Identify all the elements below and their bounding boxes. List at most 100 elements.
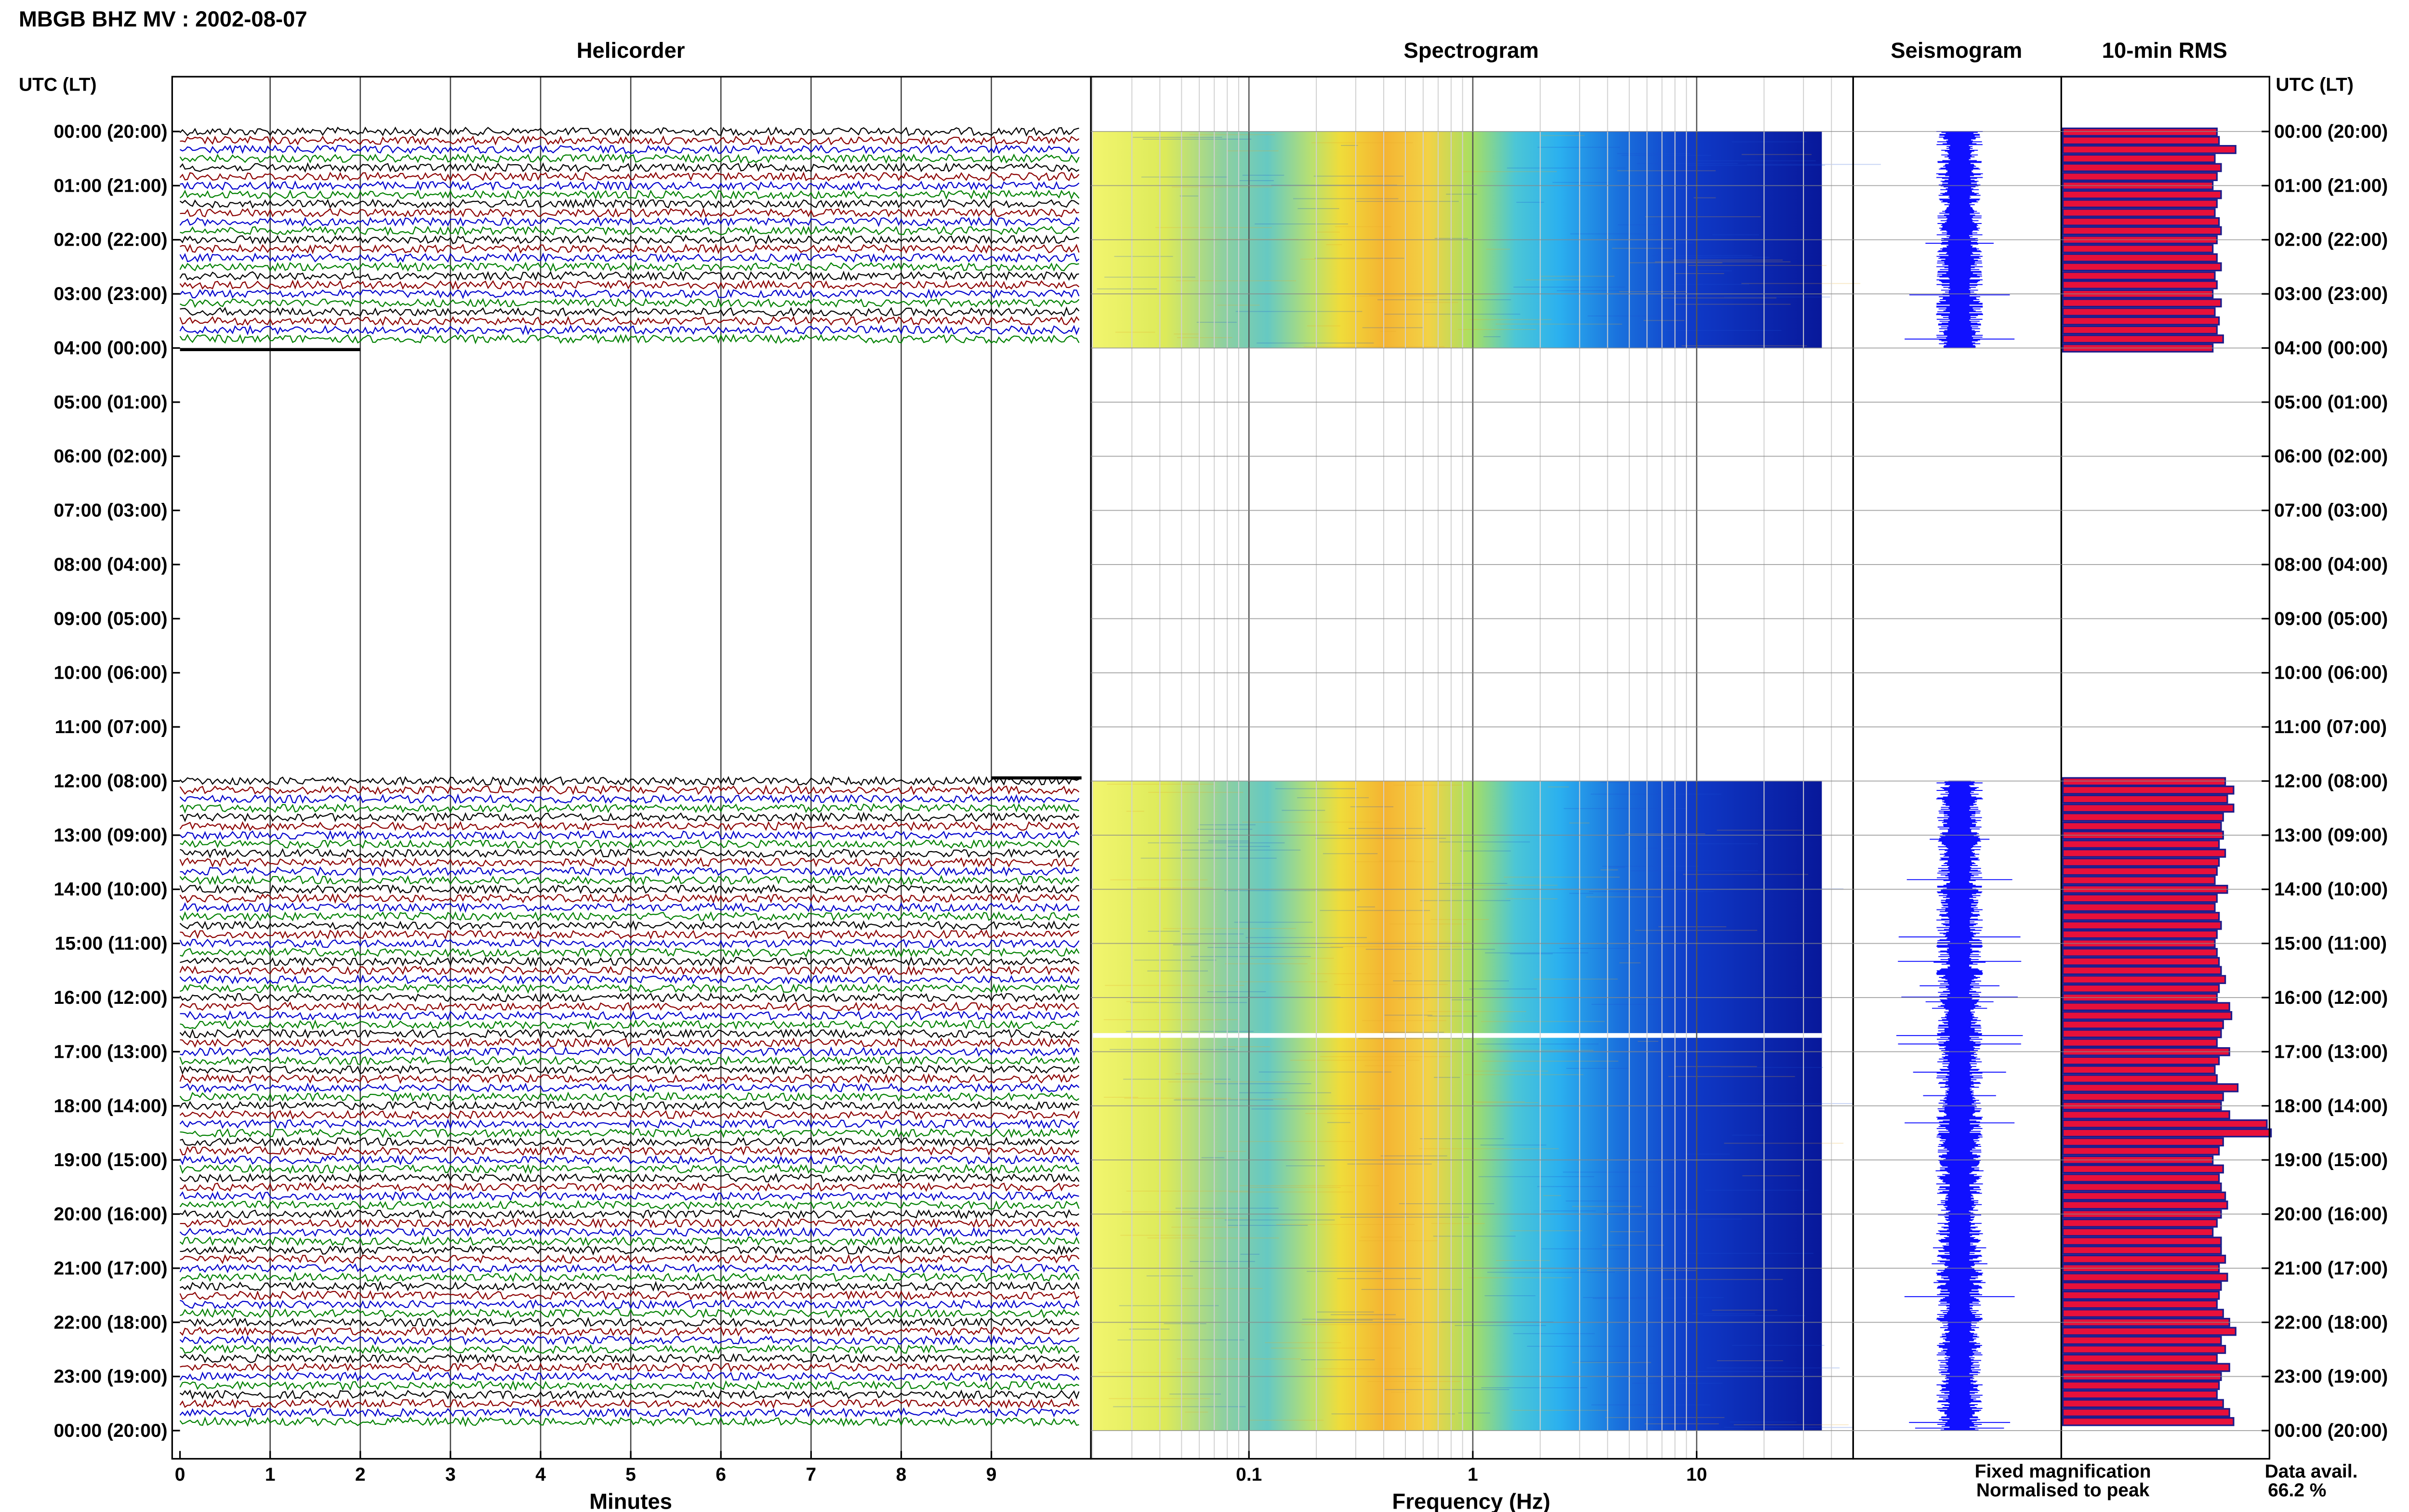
spectrogram-streak [1365,948,1495,950]
helicorder-trace [180,812,1080,823]
utc-tick-label: 06:00 (02:00) [2274,446,2388,467]
spectrogram-streak [1177,337,1232,338]
spectrogram-streak [1658,926,1727,927]
spectrogram-streak [1315,838,1446,839]
spectrogram-streak [1146,1275,1193,1276]
spectrogram-streak [1465,1074,1584,1076]
minute-tick-label: 8 [896,1464,907,1485]
helicorder-trace [179,1236,1080,1247]
spectrogram-streak [1527,1345,1655,1347]
utc-tick-label: 06:00 (02:00) [54,446,168,467]
utc-tick-label: 23:00 (19:00) [54,1367,168,1387]
spectrogram-streak [1720,1067,1823,1068]
spectrogram-streak [1605,1417,1725,1418]
utc-tick-label: 17:00 (13:00) [54,1041,168,1062]
helicorder-trace [179,262,1079,272]
spectrogram-streak [1276,1224,1415,1225]
rms-bar [2062,947,2218,957]
utc-tick-label: 02:00 (22:00) [54,230,168,250]
helicorder-trace [179,316,1080,327]
rms-bar [2062,1336,2222,1345]
rms-bar [2062,334,2224,344]
helicorder-trace [180,1010,1080,1021]
rms-bar [2062,966,2222,975]
spectrogram-streak [1124,1097,1231,1099]
spectrogram-streak [1742,1175,1800,1176]
panel-title-spectrogram: Spectrogram [1403,38,1538,63]
spectrogram-streak [1619,962,1641,963]
spectrogram-streak [1126,1001,1157,1002]
utc-tick-label: 00:00 (20:00) [54,121,168,142]
utc-tick-label: 15:00 (11:00) [2274,933,2387,954]
spectrogram-streak [1326,244,1342,245]
spectrogram-streak [1297,797,1369,799]
spectrogram-streak [1480,1144,1547,1146]
spectrogram-streak [1592,1298,1677,1299]
helicorder-trace [179,829,1080,841]
spectrogram-streak [1645,216,1761,217]
spectrogram-streak [1347,1163,1432,1165]
helicorder-trace [180,135,1080,146]
spectrogram-streak [1340,1217,1469,1218]
rms-bar [2062,253,2218,263]
rms-bar [2062,785,2235,795]
spectrogram-streak [1113,1406,1246,1407]
rms-bar [2062,1002,2230,1012]
spectrogram-streak [1569,893,1594,894]
helicorder-trace [179,893,1080,904]
helicorder-trace [179,1073,1080,1085]
minute-tick-label: 0 [175,1464,185,1485]
helicorder-trace [180,1316,1079,1328]
rms-bar [2062,163,2222,172]
spectrogram-streak [1234,921,1313,923]
spectrogram-streak [1591,1404,1710,1406]
rms-bar [2062,1020,2224,1029]
spectrogram-streak [1362,327,1423,329]
rms-bar [2062,821,2222,831]
utc-tick-label: 13:00 (09:00) [54,825,168,846]
helicorder-trace [180,180,1080,191]
spectrogram-streak [1511,1409,1609,1411]
helicorder-trace [179,974,1080,985]
spectrogram-streak [1586,896,1663,898]
spectrogram-streak [1559,947,1634,949]
helicorder-trace [179,1163,1080,1175]
utc-tick-label: 00:00 (20:00) [2274,121,2388,142]
utc-tick-label: 16:00 (12:00) [2274,987,2388,1008]
helicorder-trace [180,1136,1080,1147]
rms-bar [2062,136,2220,145]
rms-bar [2062,1399,2224,1408]
rms-bar [2062,857,2220,867]
helicorder-trace [179,1200,1080,1210]
spectrogram-streak [1239,180,1274,181]
helicorder-trace [179,938,1080,948]
spectrogram-streak [1688,265,1827,266]
spectrogram-streak [1330,946,1464,947]
rms-bar [2062,145,2237,154]
spectrogram-streak [1155,227,1272,228]
spectrogram-streak [1137,887,1213,889]
data-avail-value: 66.2 % [2268,1480,2326,1501]
helicorder-trace [179,171,1080,182]
spectrogram-streak [1607,867,1625,868]
rms-bar [2062,894,2218,903]
utc-tick-label: 15:00 (11:00) [55,933,168,954]
rms-bar [2062,199,2218,209]
rms-bar [2062,1309,2224,1318]
helicorder-trace [179,270,1079,281]
spectrogram-streak [1129,1328,1170,1330]
spectrogram-streak [1226,150,1279,152]
spectrogram-streak [1235,311,1363,312]
spectrogram-streak [1662,297,1777,299]
spectrogram-streak [1098,1372,1201,1373]
spectrogram-streak [1301,1359,1375,1360]
spectrogram-streak [1668,242,1694,244]
utc-tick-label: 11:00 (07:00) [55,717,168,737]
spectrogram-streak [1684,1154,1730,1155]
spectrogram-streak [1320,1056,1452,1057]
helicorder-trace [179,1263,1080,1274]
helicorder-trace [179,1091,1080,1102]
helicorder-trace [180,1362,1080,1373]
spectrogram-streak [1638,1040,1658,1042]
legend-normalised-to-peak: Normalised to peak [1976,1480,2150,1501]
